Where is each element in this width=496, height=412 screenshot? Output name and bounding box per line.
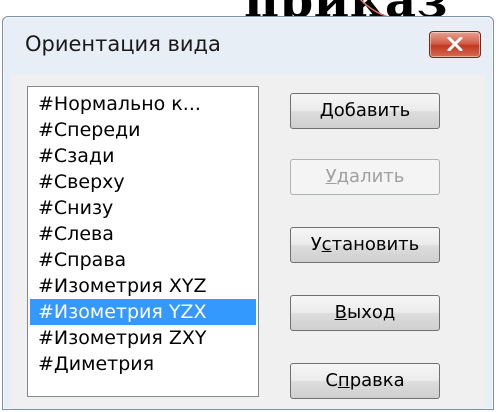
close-button[interactable] <box>429 31 481 58</box>
list-item[interactable]: #Изометрия ZXY <box>30 325 256 351</box>
add-button[interactable]: Добавить <box>290 93 440 129</box>
button-label: Добавить <box>319 100 411 121</box>
list-item[interactable]: #Сзади <box>30 143 256 169</box>
delete-button[interactable]: Удалить <box>290 159 440 195</box>
list-item[interactable]: #Справа <box>30 247 256 273</box>
button-label: Справка <box>325 370 405 391</box>
button-label: Выход <box>334 302 396 323</box>
window-title: Ориентация вида <box>25 32 221 56</box>
dialog-client-area: #Нормально к... #Спереди #Сзади #Сверху … <box>11 75 485 409</box>
list-item[interactable]: #Спереди <box>30 117 256 143</box>
list-item-selected[interactable]: #Изометрия YZX <box>30 299 256 325</box>
list-item[interactable]: #Диметрия <box>30 351 256 377</box>
button-label: Удалить <box>325 166 405 187</box>
list-item[interactable]: #Сверху <box>30 169 256 195</box>
dialog-window: Ориентация вида #Нормально к... #Спереди… <box>2 16 494 410</box>
close-x-icon <box>447 37 463 51</box>
set-button[interactable]: Установить <box>290 227 440 263</box>
title-bar[interactable]: Ориентация вида <box>3 17 493 75</box>
list-item[interactable]: #Изометрия XYZ <box>30 273 256 299</box>
list-item[interactable]: #Слева <box>30 221 256 247</box>
list-item[interactable]: #Нормально к... <box>30 91 256 117</box>
button-label: Установить <box>310 234 420 255</box>
list-item[interactable]: #Снизу <box>30 195 256 221</box>
exit-button[interactable]: Выход <box>290 295 440 331</box>
view-orientation-list[interactable]: #Нормально к... #Спереди #Сзади #Сверху … <box>27 86 259 397</box>
help-button[interactable]: Справка <box>290 363 440 399</box>
